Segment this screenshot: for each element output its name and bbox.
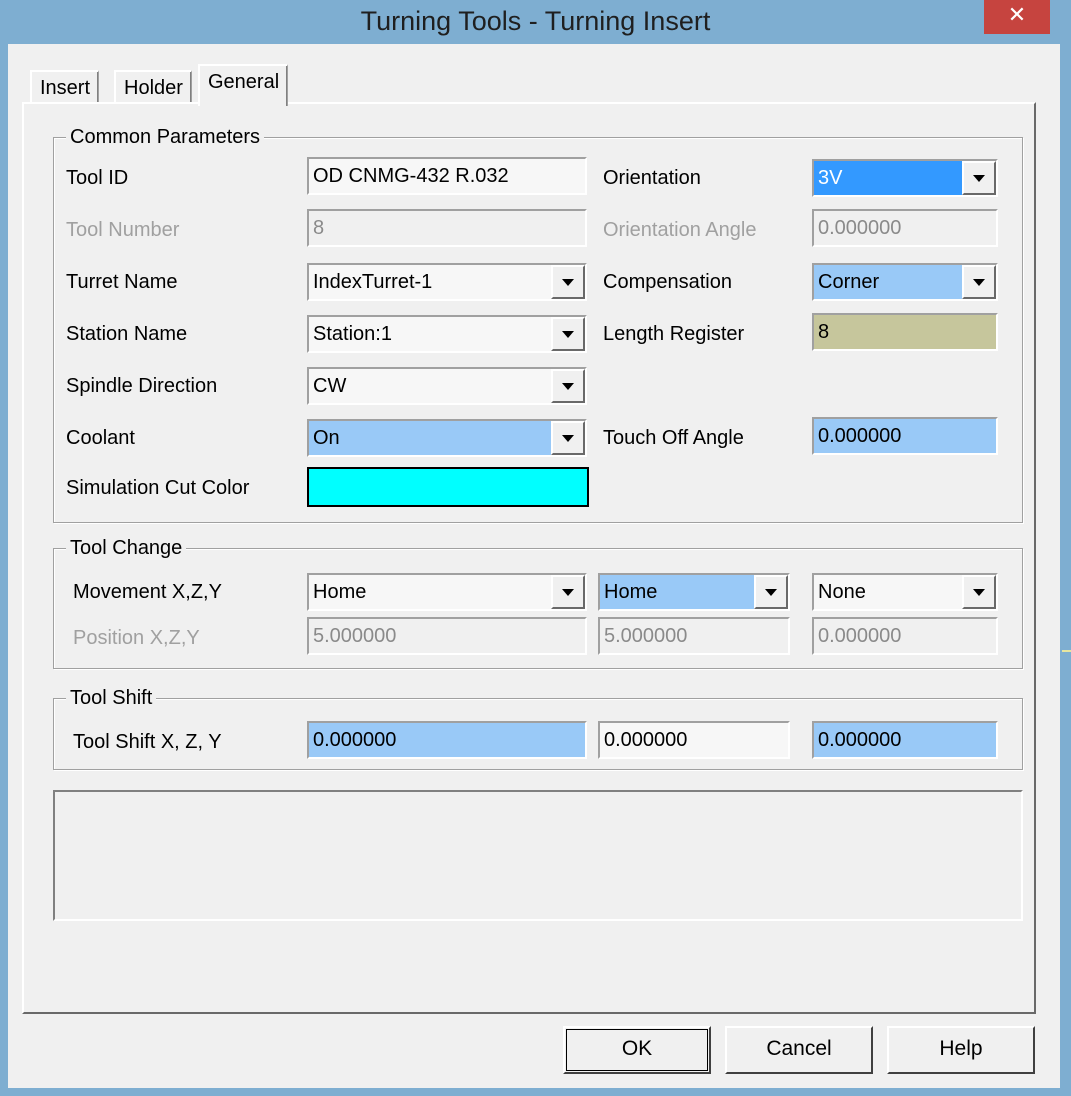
tool-shift-legend: Tool Shift [66,686,157,710]
movement-y-value: None [818,581,866,603]
chevron-down-icon[interactable] [551,317,585,351]
turret-name-label: Turret Name [66,271,178,293]
coolant-select[interactable]: On [307,419,587,457]
station-name-value: Station:1 [313,323,392,345]
compensation-label: Compensation [603,271,732,293]
movement-x-select[interactable]: Home [307,573,587,611]
movement-label: Movement X,Z,Y [73,581,222,603]
sim-cut-color-label: Simulation Cut Color [66,477,250,499]
close-icon: ✕ [1007,2,1027,27]
position-y-field: 0.000000 [812,617,998,655]
tool-number-field: 8 [307,209,587,247]
coolant-value: On [313,427,340,449]
chevron-down-icon[interactable] [551,369,585,403]
orientation-angle-field: 0.000000 [812,209,998,247]
orientation-value: 3V [818,167,843,189]
chevron-down-icon[interactable] [962,575,996,609]
orientation-select[interactable]: 3V [812,159,998,197]
chevron-down-icon[interactable] [962,265,996,299]
tool-number-label: Tool Number [66,219,180,241]
position-x-field: 5.000000 [307,617,587,655]
orientation-label: Orientation [603,167,701,189]
length-register-label: Length Register [603,323,745,345]
tool-shift-y-field[interactable]: 0.000000 [812,721,998,759]
window-edge [1060,44,1071,1096]
position-label: Position X,Z,Y [73,627,200,649]
chevron-down-icon[interactable] [551,421,585,455]
cancel-button[interactable]: Cancel [725,1026,873,1074]
movement-y-select[interactable]: None [812,573,998,611]
common-parameters-legend: Common Parameters [66,125,265,149]
tool-shift-x-field[interactable]: 0.000000 [307,721,587,759]
dialog-window: Turning Tools - Turning Insert ✕ Insert … [0,0,1071,1096]
ok-button[interactable]: OK [563,1026,711,1074]
window-title: Turning Tools - Turning Insert [360,6,711,36]
tool-shift-z-field[interactable]: 0.000000 [598,721,790,759]
tool-id-field[interactable]: OD CNMG-432 R.032 [307,157,587,195]
compensation-select[interactable]: Corner [812,263,998,301]
position-z-field: 5.000000 [598,617,790,655]
chevron-down-icon[interactable] [551,575,585,609]
turret-name-value: IndexTurret-1 [313,271,433,293]
turret-name-select[interactable]: IndexTurret-1 [307,263,587,301]
tool-shift-label: Tool Shift X, Z, Y [73,731,222,753]
station-name-select[interactable]: Station:1 [307,315,587,353]
chevron-down-icon[interactable] [962,161,996,195]
touch-off-angle-label: Touch Off Angle [603,427,744,449]
title-bar[interactable]: Turning Tools - Turning Insert ✕ [0,0,1071,44]
spindle-direction-select[interactable]: CW [307,367,587,405]
chevron-down-icon[interactable] [754,575,788,609]
spindle-direction-label: Spindle Direction [66,375,218,397]
station-name-label: Station Name [66,323,188,345]
edge-marker [1062,650,1071,652]
tool-id-label: Tool ID [66,167,129,189]
close-button[interactable]: ✕ [984,0,1050,34]
sim-cut-color-swatch[interactable] [307,467,589,507]
movement-x-value: Home [313,581,367,603]
movement-z-select[interactable]: Home [598,573,790,611]
orientation-angle-label: Orientation Angle [603,219,757,241]
description-box[interactable] [53,790,1023,921]
tool-change-legend: Tool Change [66,536,187,560]
help-button[interactable]: Help [887,1026,1035,1074]
tab-holder[interactable]: Holder [114,70,192,106]
spindle-direction-value: CW [313,375,347,397]
compensation-value: Corner [818,271,880,293]
tab-general[interactable]: General [198,64,289,106]
chevron-down-icon[interactable] [551,265,585,299]
tab-insert[interactable]: Insert [30,70,100,106]
length-register-field[interactable]: 8 [812,313,998,351]
movement-z-value: Home [604,581,658,603]
coolant-label: Coolant [66,427,135,449]
touch-off-angle-field[interactable]: 0.000000 [812,417,998,455]
